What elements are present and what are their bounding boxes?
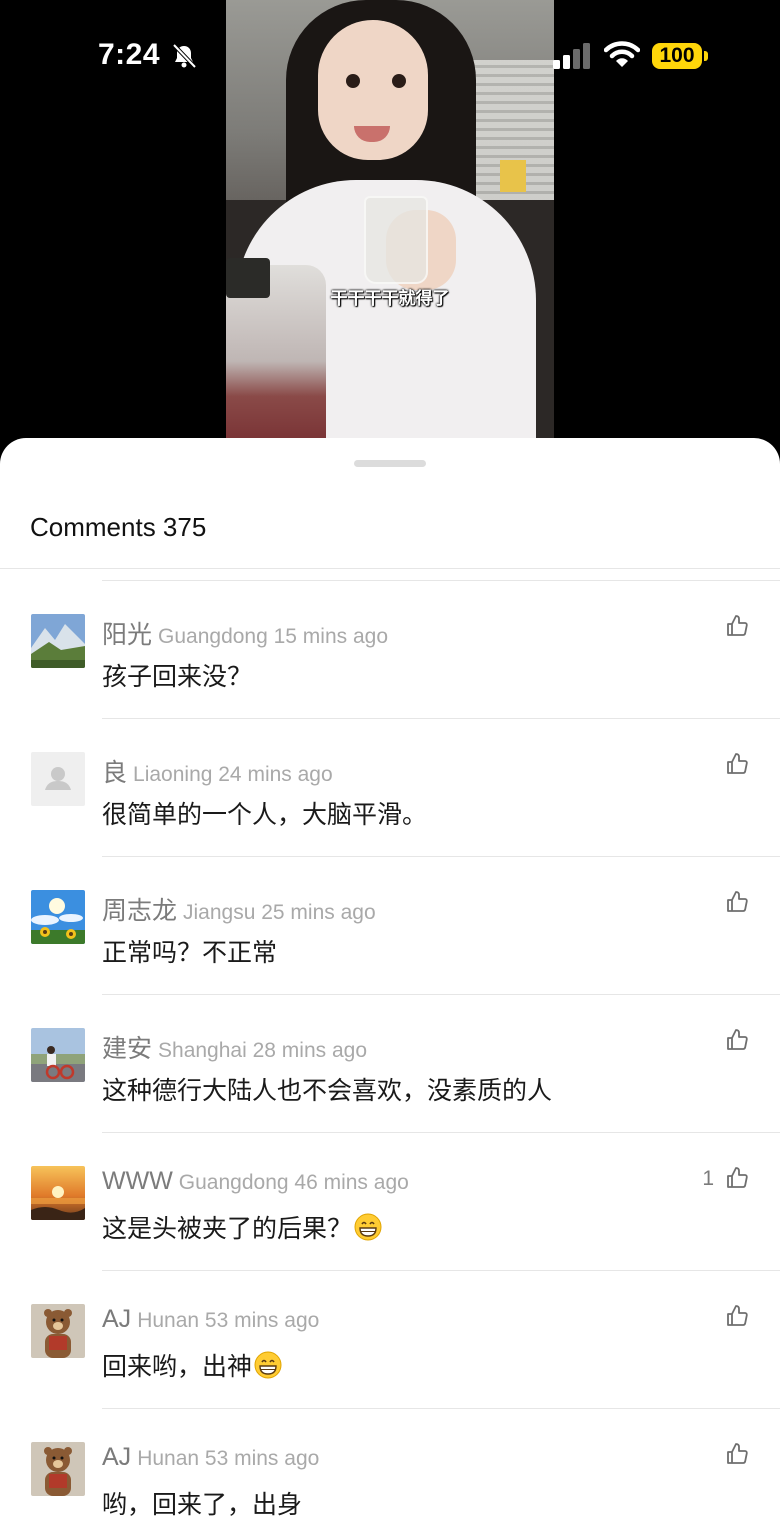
comment-meta: Hunan 53 mins ago [137, 1309, 320, 1332]
video-player[interactable]: 干干干干就得了 7:24 100 [0, 0, 780, 460]
comment-username[interactable]: 阳光 [102, 621, 152, 649]
comment-item[interactable]: WWW Guangdong 46 mins ago 这是头被夹了的后果？ 1 [0, 1133, 780, 1271]
comment-text-content: 很简单的一个人，大脑平滑。 [102, 801, 428, 829]
comment-text: 正常吗？不正常 [102, 933, 277, 969]
thumbs-up-icon[interactable] [725, 890, 749, 914]
comments-title: Comments 375 [30, 512, 207, 542]
sheet-grabber-handle[interactable] [354, 460, 426, 467]
comment-item[interactable]: AJ Hunan 53 mins ago 哟，回来了，出身 [0, 1409, 780, 1525]
thumbs-up-icon[interactable] [725, 1442, 749, 1466]
video-subtitle: 干干干干就得了 [330, 289, 450, 308]
comment-username[interactable]: WWW [102, 1167, 173, 1195]
comment-username[interactable]: AJ [102, 1305, 131, 1333]
comment-username[interactable]: 建安 [102, 1035, 152, 1063]
comment-item[interactable]: 建安 Shanghai 28 mins ago 这种德行大陆人也不会喜欢，没素质的… [0, 995, 780, 1133]
comment-text-content: 这种德行大陆人也不会喜欢，没素质的人 [102, 1077, 553, 1105]
comment-header: AJ Hunan 53 mins ago [102, 1443, 319, 1472]
header-divider [0, 568, 780, 569]
bell-muted-icon [172, 43, 197, 69]
avatar[interactable] [31, 890, 85, 944]
comment-text: 很简单的一个人，大脑平滑。 [102, 795, 427, 831]
thumbs-up-icon[interactable] [725, 1304, 749, 1328]
battery-nub [704, 51, 708, 61]
thumbs-up-icon[interactable] [725, 752, 749, 776]
video-frame[interactable]: 干干干干就得了 [226, 0, 554, 440]
like-count: 1 [702, 1167, 714, 1190]
comment-text-content: 哟，回来了，出身 [102, 1491, 303, 1519]
comment-item[interactable]: 阳光 Guangdong 15 mins ago 孩子回来没？ [0, 581, 780, 719]
comment-username[interactable]: 周志龙 [102, 897, 177, 925]
comment-meta: Guangdong 46 mins ago [178, 1171, 409, 1194]
cellular-signal-icon [553, 43, 590, 69]
comment-meta: Hunan 53 mins ago [137, 1447, 320, 1470]
thumbs-up-icon[interactable] [725, 1028, 749, 1052]
comments-sheet[interactable]: Comments 375 阳光 Guangdong 15 mins ago 孩子回… [0, 438, 780, 1525]
grin-emoji-icon [354, 1213, 382, 1241]
avatar[interactable] [31, 1028, 85, 1082]
comment-text: 孩子回来没？ [102, 657, 252, 693]
comment-header: 良 Liaoning 24 mins ago [102, 753, 333, 789]
video-yellow-box [500, 160, 526, 192]
video-person-eye [392, 74, 406, 88]
wifi-icon [604, 41, 640, 67]
comment-meta: Liaoning 24 mins ago [133, 763, 333, 786]
comment-username[interactable]: AJ [102, 1443, 131, 1471]
battery-indicator: 100 [652, 43, 702, 69]
video-person-eye [346, 74, 360, 88]
avatar[interactable] [31, 614, 85, 668]
comment-item[interactable]: 良 Liaoning 24 mins ago 很简单的一个人，大脑平滑。 [0, 719, 780, 857]
comment-header: AJ Hunan 53 mins ago [102, 1305, 319, 1334]
comment-text-content: 回来哟，出神 [102, 1353, 253, 1381]
comment-text-content: 正常吗？不正常 [102, 939, 278, 967]
comment-header: 阳光 Guangdong 15 mins ago [102, 615, 388, 651]
status-time: 7:24 [98, 38, 161, 71]
comment-text-content: 孩子回来没？ [102, 663, 253, 691]
avatar[interactable] [31, 1166, 85, 1220]
avatar[interactable] [31, 1304, 85, 1358]
comment-username[interactable]: 良 [102, 759, 127, 787]
comment-text: 回来哟，出神 [102, 1347, 282, 1383]
comment-item[interactable]: AJ Hunan 53 mins ago 回来哟，出神 [0, 1271, 780, 1409]
avatar[interactable] [31, 1442, 85, 1496]
comment-meta: Jiangsu 25 mins ago [183, 901, 376, 924]
comment-text-content: 这是头被夹了的后果？ [102, 1215, 353, 1243]
default-avatar-icon[interactable] [31, 752, 85, 806]
grin-emoji-icon [254, 1351, 282, 1379]
thumbs-up-icon[interactable] [725, 1166, 749, 1190]
video-glass-cup [364, 196, 428, 284]
comment-text: 这是头被夹了的后果？ [102, 1209, 382, 1245]
comment-text: 哟，回来了，出身 [102, 1485, 302, 1521]
comment-meta: Guangdong 15 mins ago [158, 625, 389, 648]
comment-text: 这种德行大陆人也不会喜欢，没素质的人 [102, 1071, 552, 1107]
comment-header: 建安 Shanghai 28 mins ago [102, 1029, 367, 1065]
thumbs-up-icon[interactable] [725, 614, 749, 638]
comment-meta: Shanghai 28 mins ago [158, 1039, 368, 1062]
comment-header: WWW Guangdong 46 mins ago [102, 1167, 409, 1196]
comment-header: 周志龙 Jiangsu 25 mins ago [102, 891, 376, 927]
comment-item[interactable]: 周志龙 Jiangsu 25 mins ago 正常吗？不正常 [0, 857, 780, 995]
